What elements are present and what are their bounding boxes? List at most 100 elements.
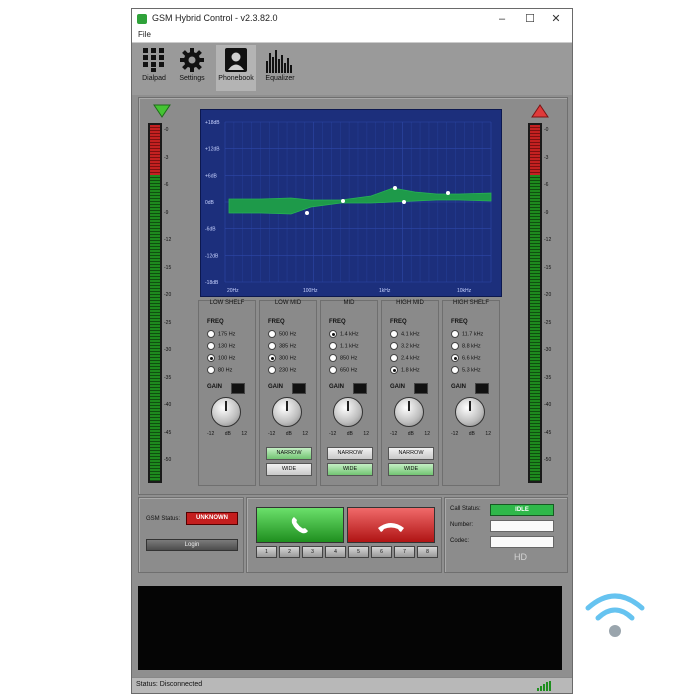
dtmf-digit-button[interactable]: 3 [302,546,323,558]
freq-option[interactable]: 130 Hz [207,342,235,350]
narrow-button[interactable]: NARROW [327,447,373,460]
freq-option[interactable]: 230 Hz [268,366,296,374]
gain-knob[interactable] [272,397,302,427]
dtmf-digit-button[interactable]: 8 [417,546,438,558]
radio-button[interactable] [390,354,398,362]
dtmf-digit-button[interactable]: 7 [394,546,415,558]
toolbar-settings-button[interactable]: Settings [172,45,212,91]
radio-button[interactable] [268,342,276,350]
codec-field [490,536,554,548]
radio-button[interactable] [329,330,337,338]
status-bar: Status: Disconnected [132,677,572,693]
radio-button[interactable] [207,330,215,338]
dtmf-digit-button[interactable]: 2 [279,546,300,558]
freq-option-label: 500 Hz [279,331,297,338]
eq-y-tick-label: +6dB [205,173,217,179]
meter-clip-segment [150,125,160,175]
freq-option[interactable]: 100 Hz [207,354,235,362]
hd-indicator: HD [514,552,527,562]
toolbar-dialpad-button[interactable]: Dialpad [134,45,174,91]
freq-option-label: 1.4 kHz [340,331,359,338]
meter-tick-label: -35 [164,374,172,381]
toolbar-equalizer-button[interactable]: Equalizer [260,45,300,91]
wide-button[interactable]: WIDE [266,463,312,476]
meter-tick-label: -20 [164,292,172,298]
radio-button[interactable] [390,330,398,338]
gain-scale-min: -12 [268,431,276,437]
dtmf-digit-button[interactable]: 5 [348,546,369,558]
radio-button[interactable] [268,330,276,338]
freq-option[interactable]: 1.8 kHz [390,366,420,374]
freq-option[interactable]: 850 Hz [329,354,357,362]
gain-scale-min: -12 [329,431,337,437]
app-window: GSM Hybrid Control - v2.3.82.0 – ☐ ✕ Fil… [131,8,573,694]
hangup-call-button[interactable] [347,507,435,543]
gain-knob[interactable] [394,397,424,427]
menu-file[interactable]: File [138,30,151,39]
freq-option[interactable]: 500 Hz [268,330,296,338]
radio-button[interactable] [207,366,215,374]
gain-knob[interactable] [455,397,485,427]
eq-band-handle[interactable] [393,186,397,190]
freq-option[interactable]: 175 Hz [207,330,235,338]
freq-option-label: 385 Hz [279,343,297,350]
freq-option[interactable]: 385 Hz [268,342,296,350]
radio-button[interactable] [390,366,398,374]
gain-knob[interactable] [333,397,363,427]
eq-band-handle[interactable] [305,211,309,215]
maximize-button[interactable]: ☐ [518,11,542,27]
number-field[interactable] [490,520,554,532]
freq-option[interactable]: 6.6 kHz [451,354,481,362]
freq-option[interactable]: 8.8 kHz [451,342,481,350]
radio-button[interactable] [329,366,337,374]
freq-option[interactable]: 650 Hz [329,366,357,374]
dtmf-digit-button[interactable]: 4 [325,546,346,558]
wide-button[interactable]: WIDE [327,463,373,476]
radio-button[interactable] [451,342,459,350]
radio-button[interactable] [451,330,459,338]
narrow-button[interactable]: NARROW [266,447,312,460]
close-button[interactable]: ✕ [544,11,568,27]
input-meter-scale: -0 -3 -6 -9 -12 -15 -20 -25 -30 -35 -40 -45 -50 [164,123,178,483]
dtmf-digit-button[interactable]: 1 [256,546,277,558]
eq-x-tick-label: 20Hz [227,288,239,294]
radio-button[interactable] [329,342,337,350]
eq-curve [228,187,492,215]
gain-knob[interactable] [211,397,241,427]
freq-option[interactable]: 1.4 kHz [329,330,359,338]
eq-band: LOW SHELF FREQ 175 Hz 130 Hz 100 Hz 80 Hz GAIN… [198,300,256,486]
freq-option[interactable]: 11.7 kHz [451,330,483,338]
login-button[interactable]: Login [146,539,238,551]
toolbar-phonebook-button[interactable]: Phonebook [216,45,256,91]
phonebook-icon [225,48,247,72]
eq-band-handle[interactable] [402,200,406,204]
gsm-status-panel [138,497,244,573]
freq-option[interactable]: 3.2 kHz [390,342,420,350]
freq-option[interactable]: 300 Hz [268,354,296,362]
freq-option[interactable]: 80 Hz [207,366,232,374]
eq-band-handle[interactable] [341,199,345,203]
meter-tick-label: -30 [164,347,172,353]
radio-button[interactable] [207,342,215,350]
freq-label: FREQ [390,319,407,325]
eq-y-tick-label: -18dB [205,280,219,286]
minimize-button[interactable]: – [490,11,514,27]
answer-call-button[interactable] [256,507,344,543]
freq-option[interactable]: 4.1 kHz [390,330,420,338]
freq-option[interactable]: 1.1 kHz [329,342,359,350]
radio-button[interactable] [329,354,337,362]
radio-button[interactable] [390,342,398,350]
radio-button[interactable] [268,366,276,374]
freq-option[interactable]: 2.4 kHz [390,354,420,362]
radio-button[interactable] [268,354,276,362]
narrow-button[interactable]: NARROW [388,447,434,460]
radio-button[interactable] [207,354,215,362]
eq-band-handle[interactable] [446,191,450,195]
eq-response-graph[interactable]: +18dB +12dB +6dB 0dB -6dB -12dB -18dB 20Hz 100H… [200,109,502,297]
radio-button[interactable] [451,354,459,362]
wide-button[interactable]: WIDE [388,463,434,476]
meter-tick-label: -9 [164,209,169,216]
dtmf-digit-button[interactable]: 6 [371,546,392,558]
freq-option[interactable]: 5.3 kHz [451,366,481,374]
radio-button[interactable] [451,366,459,374]
